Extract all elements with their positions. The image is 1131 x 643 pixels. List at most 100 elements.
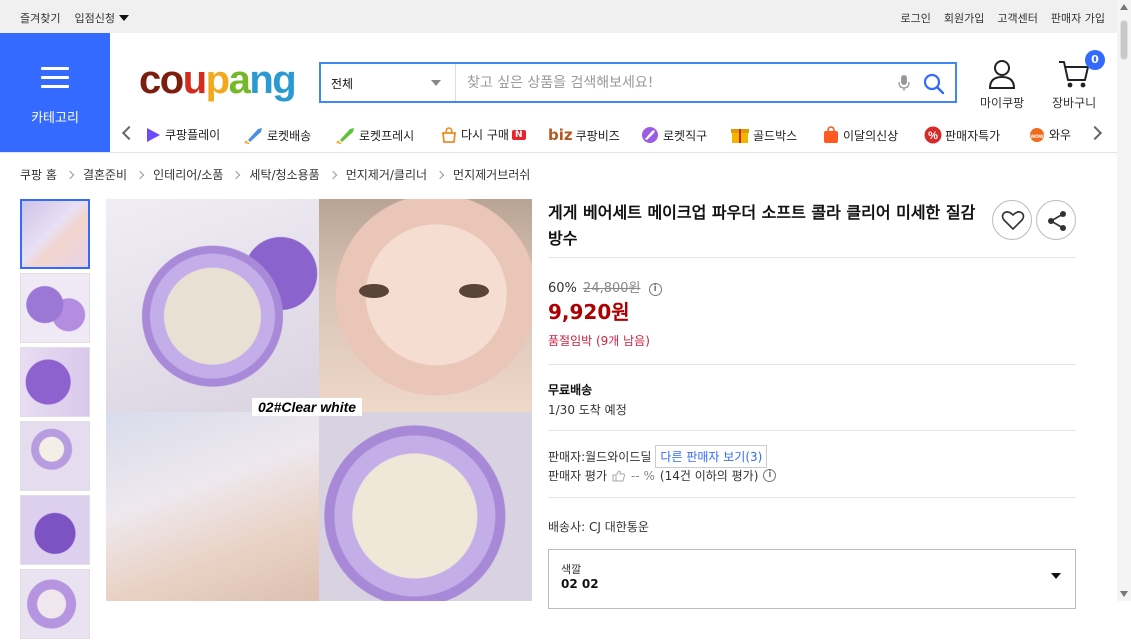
chevron-right-icon bbox=[232, 170, 241, 179]
scroll-up-icon[interactable] bbox=[1120, 4, 1128, 10]
chevron-right-icon bbox=[135, 170, 145, 179]
share-button[interactable] bbox=[1036, 200, 1076, 240]
rocket-fresh-icon bbox=[336, 128, 354, 144]
option-value: 02 02 bbox=[561, 577, 599, 591]
nav-label: 판매자특가 bbox=[945, 128, 1001, 143]
product-thumbnail[interactable] bbox=[20, 347, 90, 417]
nav-label: 이달의신상 bbox=[843, 128, 899, 143]
logo-letter: g bbox=[272, 58, 296, 102]
chevron-right-icon bbox=[435, 170, 445, 179]
category-button[interactable]: 카테고리 bbox=[0, 33, 110, 152]
sale-price: 9,920원 bbox=[548, 300, 630, 324]
shipping-type: 무료배송 bbox=[548, 383, 593, 397]
delivery-label: 배송사: bbox=[548, 520, 586, 534]
main-product-image[interactable]: 02#Clear white bbox=[106, 199, 532, 601]
scroll-thumb[interactable] bbox=[1120, 20, 1128, 60]
seller-label: 판매자:월드와이드딜 bbox=[548, 450, 652, 464]
share-icon bbox=[1048, 211, 1066, 231]
breadcrumb-item[interactable]: 인테리어/소품 bbox=[153, 166, 223, 183]
seller-signup-link[interactable]: 판매자 가입 bbox=[1051, 10, 1105, 26]
new-bag-icon bbox=[824, 126, 838, 143]
delivery-company: CJ 대한통운 bbox=[589, 520, 649, 534]
section-divider bbox=[548, 364, 1076, 365]
caret-down-icon bbox=[118, 15, 129, 21]
dropdown-arrow-icon bbox=[431, 80, 441, 86]
mypage-button[interactable]: 마이쿠팡 bbox=[980, 58, 1024, 111]
chevron-left-icon[interactable] bbox=[121, 125, 137, 141]
nav-coupang-play[interactable]: 쿠팡플레이 bbox=[144, 126, 220, 143]
option-select[interactable]: 색깔 02 02 bbox=[548, 549, 1076, 609]
seller-name[interactable]: 월드와이드딜 bbox=[585, 450, 651, 464]
nav-rocket-fresh[interactable]: 로켓프레시 bbox=[336, 126, 414, 144]
svg-text:%: % bbox=[928, 130, 938, 142]
breadcrumb: 쿠팡 홈 결혼준비 인테리어/소품 세탁/청소용품 먼지제거/클리너 먼지제거브… bbox=[20, 166, 530, 183]
login-link[interactable]: 로그인 bbox=[901, 10, 931, 26]
nav-label: 로켓직구 bbox=[663, 128, 708, 143]
service-nav: 쿠팡플레이 로켓배송 로켓프레시 다시 구매 N biz 쿠팡비즈 로켓직구 골… bbox=[118, 124, 1108, 148]
nav-rocket-global[interactable]: 로켓직구 bbox=[640, 126, 707, 144]
nav-goldbox[interactable]: 골드박스 bbox=[730, 126, 797, 144]
product-thumbnail[interactable] bbox=[20, 421, 90, 491]
search-category-value: 전체 bbox=[331, 77, 354, 91]
user-icon bbox=[989, 60, 1016, 89]
new-badge: N bbox=[511, 129, 526, 140]
nav-label: 와우 bbox=[1049, 128, 1072, 142]
section-divider bbox=[548, 497, 1076, 498]
product-thumbnail[interactable] bbox=[20, 199, 90, 269]
coupang-logo[interactable]: coupang bbox=[139, 58, 297, 102]
info-icon[interactable]: i bbox=[763, 469, 777, 482]
favorites-link[interactable]: 즐겨찾기 bbox=[20, 10, 60, 26]
seller-rating-row: 판매자 평가 -- % (14건 이하의 평가) i bbox=[548, 467, 777, 484]
rebuy-icon bbox=[441, 126, 457, 143]
microphone-icon[interactable] bbox=[897, 74, 911, 92]
logo-letter: n bbox=[249, 58, 273, 102]
breadcrumb-item[interactable]: 결혼준비 bbox=[83, 166, 127, 183]
customer-center-link[interactable]: 고객센터 bbox=[997, 10, 1037, 26]
nav-label: 다시 구매 bbox=[461, 128, 509, 142]
page-scrollbar[interactable] bbox=[1117, 0, 1131, 601]
image-compact-closeup bbox=[319, 412, 532, 601]
search-input[interactable] bbox=[457, 64, 877, 101]
chevron-right-icon bbox=[65, 170, 75, 179]
section-divider bbox=[548, 430, 1076, 431]
breadcrumb-item[interactable]: 먼지제거/클리너 bbox=[346, 166, 427, 183]
logo-letter: a bbox=[228, 58, 251, 102]
nav-rocket-delivery[interactable]: 로켓배송 bbox=[244, 126, 311, 144]
nav-seller-deals[interactable]: % 판매자특가 bbox=[924, 126, 1000, 144]
product-thumbnail[interactable] bbox=[20, 273, 90, 343]
play-icon bbox=[147, 127, 160, 142]
seller-rating-note: (14건 이하의 평가) bbox=[659, 469, 759, 483]
nav-rebuy[interactable]: 다시 구매 N bbox=[440, 126, 526, 143]
nav-wow[interactable]: wow 와우 bbox=[1028, 126, 1078, 143]
breadcrumb-item[interactable]: 세탁/청소용품 bbox=[249, 166, 319, 183]
seller-rating-label: 판매자 평가 bbox=[548, 469, 608, 483]
logo-letter: u bbox=[182, 58, 207, 102]
product-thumbnail[interactable] bbox=[20, 569, 90, 639]
search-icon[interactable] bbox=[923, 73, 945, 95]
breadcrumb-item[interactable]: 쿠팡 홈 bbox=[20, 166, 57, 183]
nav-new-arrivals[interactable]: 이달의신상 bbox=[822, 126, 898, 144]
cart-label: 장바구니 bbox=[1052, 96, 1097, 110]
image-model-face bbox=[319, 199, 532, 412]
scroll-down-icon[interactable] bbox=[1120, 591, 1128, 597]
nav-label: 쿠팡플레이 bbox=[165, 128, 221, 142]
nav-coupang-biz[interactable]: biz 쿠팡비즈 bbox=[548, 126, 620, 144]
header-divider bbox=[0, 152, 1117, 153]
logo-letter: o bbox=[159, 58, 184, 102]
store-apply-menu[interactable]: 입점신청 bbox=[74, 10, 129, 26]
signup-link[interactable]: 회원가입 bbox=[944, 10, 984, 26]
image-swatch-hand bbox=[106, 412, 319, 601]
chevron-right-icon[interactable] bbox=[1087, 125, 1103, 141]
discount-rate: 60% bbox=[548, 281, 577, 296]
product-thumbnail[interactable] bbox=[20, 495, 90, 565]
store-apply-label: 입점신청 bbox=[74, 12, 115, 25]
search-category-select[interactable]: 전체 bbox=[321, 64, 456, 101]
nav-label: 골드박스 bbox=[753, 128, 798, 143]
breadcrumb-item[interactable]: 먼지제거브러쉬 bbox=[453, 166, 530, 183]
image-shade-tag: 02#Clear white bbox=[252, 398, 363, 416]
eye-shape bbox=[459, 284, 489, 298]
other-sellers-button[interactable]: 다른 판매자 보기(3) bbox=[655, 445, 768, 468]
category-label: 카테고리 bbox=[31, 111, 79, 126]
info-icon[interactable]: i bbox=[648, 283, 662, 296]
wishlist-button[interactable] bbox=[992, 200, 1032, 240]
